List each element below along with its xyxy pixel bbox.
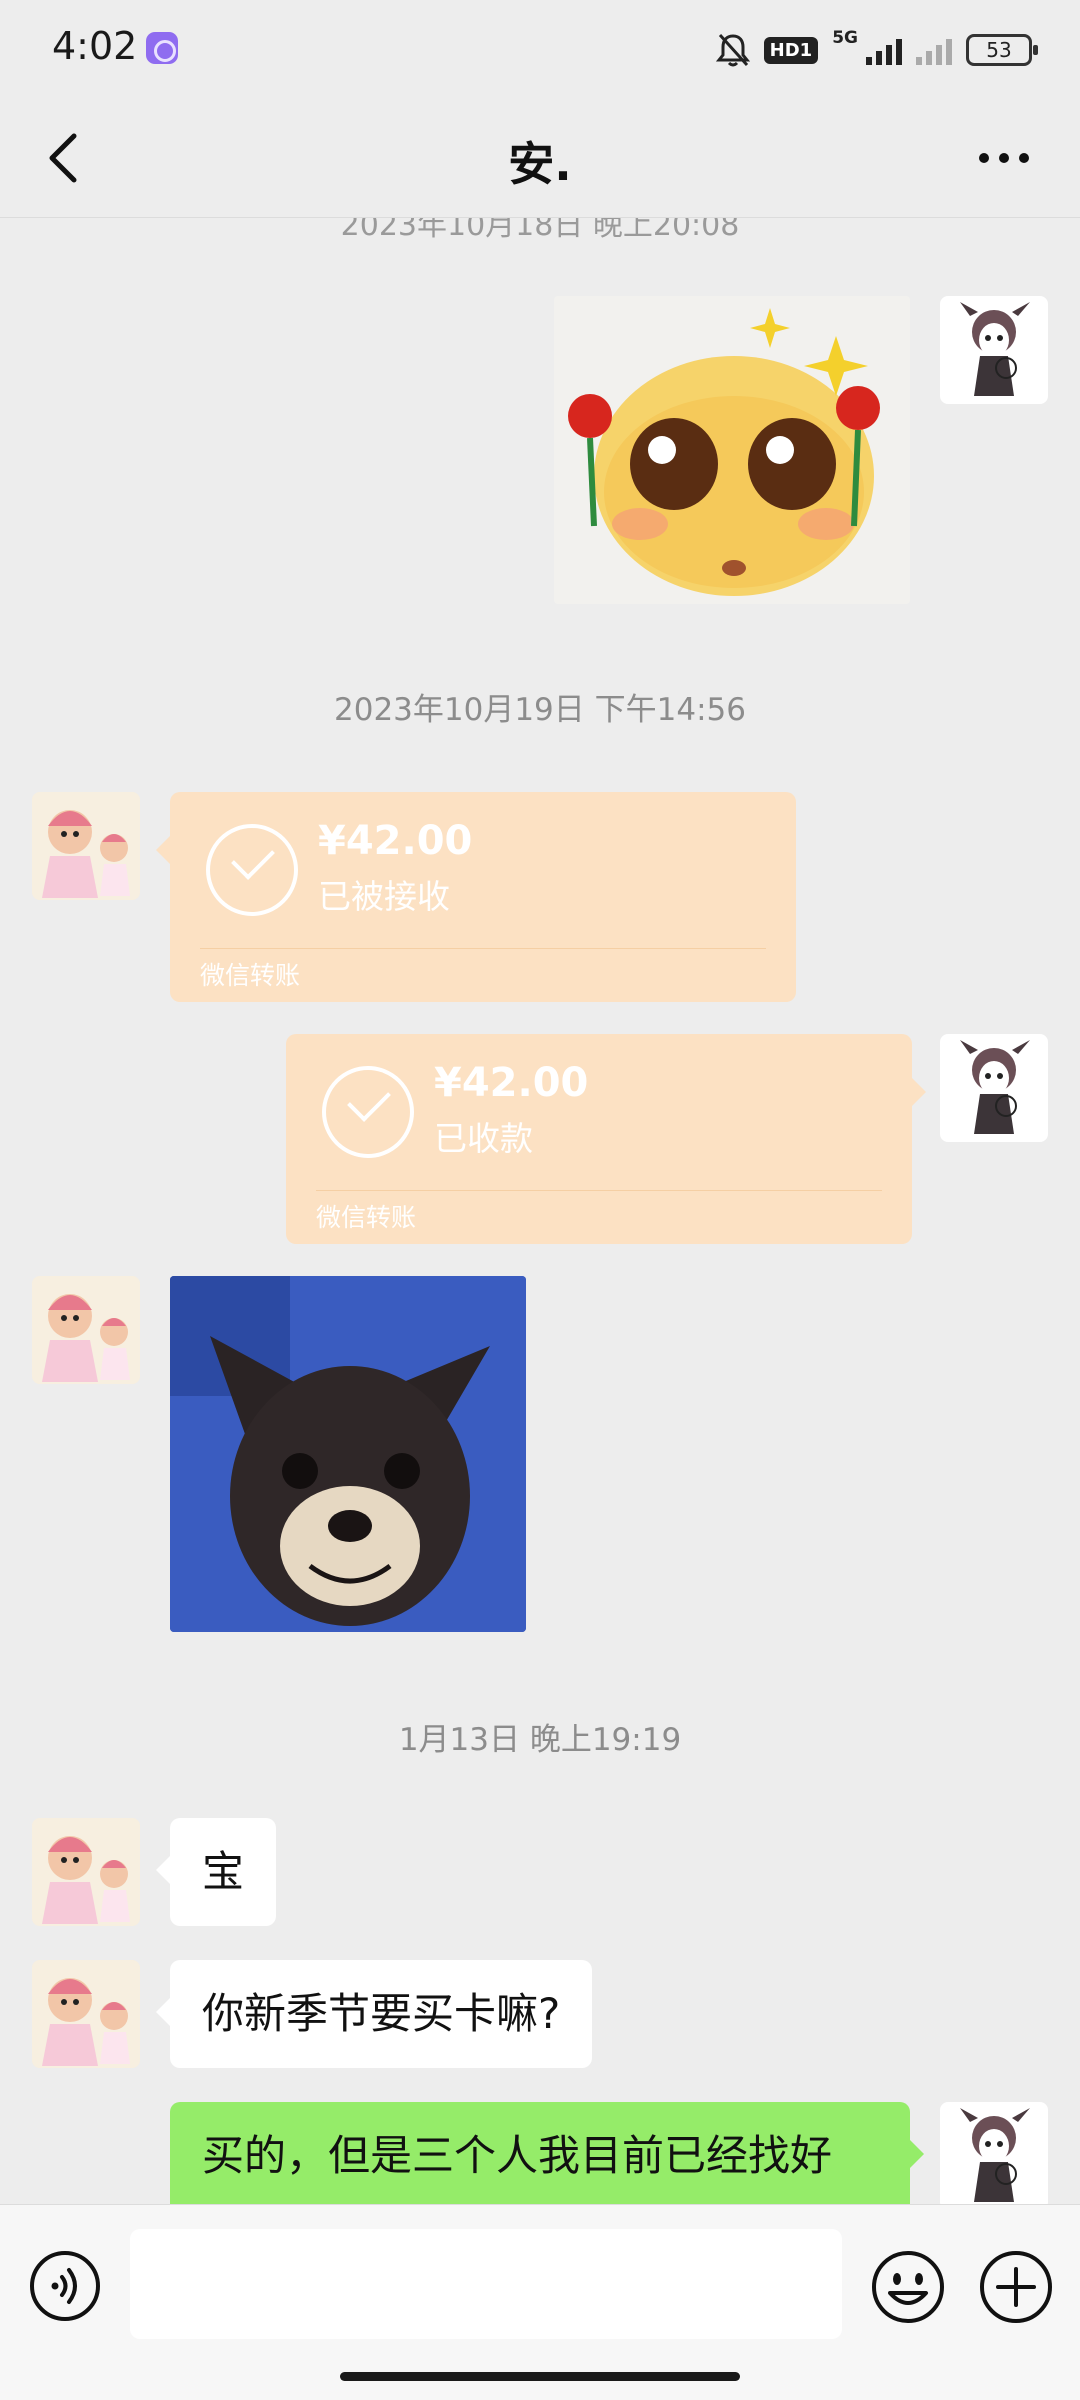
transfer-label: 微信转账 bbox=[200, 961, 301, 990]
divider bbox=[316, 1190, 882, 1191]
network-type: 5G bbox=[832, 28, 858, 48]
my-avatar[interactable] bbox=[940, 296, 1048, 404]
blushing-face-sticker bbox=[568, 308, 880, 596]
transfer-amount: ¥42.00 bbox=[318, 818, 473, 864]
app-notification-icon bbox=[146, 32, 178, 64]
timestamp: 2023年10月18日 晚上20:08 bbox=[340, 218, 740, 243]
smiley-icon bbox=[872, 2251, 944, 2323]
more-dots-icon bbox=[979, 153, 989, 163]
status-time: 4:02 bbox=[52, 24, 138, 68]
timestamp: 1月13日 晚上19:19 bbox=[398, 1722, 682, 1758]
voice-icon bbox=[30, 2251, 100, 2321]
sticker-message[interactable] bbox=[554, 296, 910, 604]
avatar-image bbox=[32, 792, 140, 900]
my-avatar[interactable] bbox=[940, 1034, 1048, 1142]
contact-avatar[interactable] bbox=[32, 1276, 140, 1384]
home-indicator[interactable] bbox=[340, 2372, 740, 2381]
avatar-image bbox=[32, 1818, 140, 1926]
status-bar: 4:02 HD1 5G 53 bbox=[0, 0, 1080, 100]
chat-header: 安. bbox=[0, 100, 1080, 218]
signal-strength-icon bbox=[866, 35, 902, 65]
battery-icon: 53 bbox=[966, 34, 1038, 66]
chat-messages[interactable]: 2023年10月18日 晚上20:08 2023年10月19日 下午14:56 … bbox=[0, 218, 1080, 2204]
divider bbox=[200, 948, 766, 949]
contact-avatar[interactable] bbox=[32, 1818, 140, 1926]
transfer-card-received[interactable]: ¥42.00 已被接收 微信转账 bbox=[156, 792, 796, 1002]
my-text-message[interactable]: 买的，但是三个人我目前已经找好 bbox=[170, 2102, 924, 2204]
message-input[interactable] bbox=[130, 2229, 842, 2339]
more-functions-button[interactable] bbox=[978, 2249, 1054, 2325]
contact-avatar[interactable] bbox=[32, 1960, 140, 2068]
transfer-label: 微信转账 bbox=[316, 1203, 417, 1232]
my-avatar[interactable] bbox=[940, 2102, 1048, 2204]
emoji-button[interactable] bbox=[870, 2249, 946, 2325]
chihuahua-photo bbox=[170, 1276, 526, 1632]
more-options-button[interactable] bbox=[964, 128, 1044, 188]
hd-badge: HD1 bbox=[763, 36, 819, 64]
check-circle-icon bbox=[322, 1066, 414, 1158]
avatar-image bbox=[32, 1276, 140, 1384]
input-bar bbox=[0, 2204, 1080, 2400]
timestamp: 2023年10月19日 下午14:56 bbox=[334, 692, 746, 728]
contact-avatar[interactable] bbox=[32, 792, 140, 900]
status-indicators: HD1 5G 53 bbox=[715, 28, 1038, 72]
transfer-amount: ¥42.00 bbox=[434, 1060, 589, 1106]
bell-off-icon bbox=[715, 32, 750, 68]
signal-strength-secondary-icon bbox=[916, 35, 952, 65]
check-circle-icon bbox=[206, 824, 298, 916]
avatar-image bbox=[960, 302, 1030, 396]
image-message[interactable] bbox=[170, 1276, 526, 1632]
voice-button[interactable] bbox=[28, 2249, 102, 2323]
avatar-image bbox=[960, 1040, 1030, 1134]
text-message[interactable]: 宝 bbox=[155, 1818, 277, 1926]
text-message[interactable]: 你新季节要买卡嘛? bbox=[155, 1960, 593, 2068]
avatar-image bbox=[960, 2108, 1030, 2202]
avatar-image bbox=[32, 1960, 140, 2068]
transfer-status: 已收款 bbox=[434, 1119, 533, 1158]
plus-icon bbox=[980, 2251, 1052, 2323]
transfer-card-collected[interactable]: ¥42.00 已收款 微信转账 bbox=[286, 1034, 926, 1244]
chat-title: 安. bbox=[508, 137, 572, 191]
transfer-status: 已被接收 bbox=[318, 877, 450, 916]
